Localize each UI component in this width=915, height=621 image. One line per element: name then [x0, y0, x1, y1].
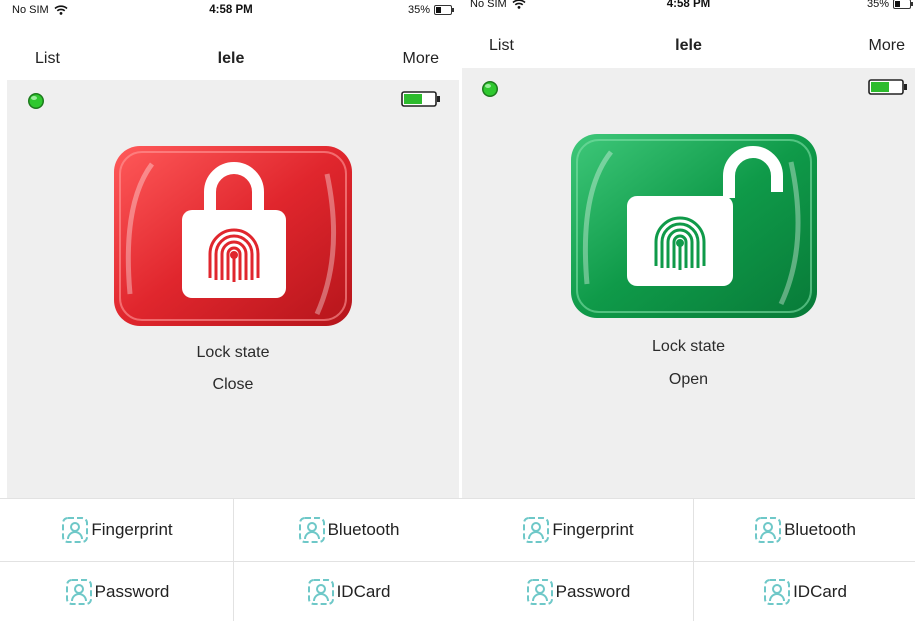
idcard-button[interactable]: IDCard	[694, 562, 915, 621]
bluetooth-user-icon	[755, 516, 782, 543]
battery-percent: 35%	[407, 4, 430, 16]
fingerprint-button[interactable]: Fingerprint	[0, 498, 233, 561]
fingerprint-button-label: Fingerprint	[91, 519, 173, 539]
status-bar: No SIM 4:58 PM 35%	[462, 0, 915, 16]
idcard-user-icon	[764, 578, 791, 605]
action-button-grid: Fingerprint Bluetooth Password IDCard	[0, 498, 462, 621]
idcard-button[interactable]: IDCard	[234, 562, 462, 621]
status-bar: No SIM 4:58 PM 35%	[0, 0, 462, 22]
connection-led-icon	[482, 81, 498, 97]
bluetooth-button-label: Bluetooth	[327, 519, 400, 539]
navigation-bar: List lele More	[462, 29, 915, 63]
bluetooth-button[interactable]: Bluetooth	[694, 498, 915, 561]
status-time: 4:58 PM	[209, 4, 253, 16]
lock-state-value: Close	[212, 376, 254, 393]
battery-percent: 35%	[866, 0, 889, 10]
list-button[interactable]: List	[35, 42, 60, 76]
phone-screen-lock-closed: No SIM 4:58 PM 35% List lele More Lock s…	[0, 0, 462, 621]
connection-led-icon	[28, 93, 44, 109]
lock-state-label: Lock state	[652, 338, 725, 355]
fingerprint-button[interactable]: Fingerprint	[462, 498, 693, 561]
fingerprint-user-icon	[523, 516, 550, 543]
battery-icon	[434, 5, 454, 15]
bluetooth-user-icon	[298, 516, 325, 543]
navigation-bar: List lele More	[0, 42, 462, 76]
device-title: lele	[675, 37, 702, 54]
phone-screen-lock-open: No SIM 4:58 PM 35% List lele More Lock s…	[462, 0, 915, 621]
device-battery-icon	[401, 91, 440, 107]
phone-battery: 35%	[866, 0, 913, 10]
password-button-label: Password	[94, 581, 170, 601]
fingerprint-button-label: Fingerprint	[552, 519, 634, 539]
bluetooth-button-label: Bluetooth	[784, 519, 856, 539]
device-title: lele	[217, 50, 245, 67]
more-button[interactable]: More	[869, 29, 905, 63]
more-button[interactable]: More	[403, 42, 439, 76]
idcard-user-icon	[307, 578, 334, 605]
device-battery-icon	[868, 79, 907, 95]
lock-status-panel: Lock state Close	[7, 80, 459, 498]
fingerprint-user-icon	[62, 516, 89, 543]
lock-status-panel: Lock state Open	[462, 68, 915, 498]
password-button-label: Password	[555, 581, 631, 601]
password-button[interactable]: Password	[462, 562, 693, 621]
idcard-button-label: IDCard	[336, 581, 391, 601]
battery-icon	[893, 0, 913, 9]
phone-battery: 35%	[407, 4, 454, 16]
password-button[interactable]: Password	[0, 562, 233, 621]
password-user-icon	[526, 578, 553, 605]
status-time: 4:58 PM	[666, 0, 711, 10]
padlock-open-fingerprint-icon	[571, 134, 817, 318]
bluetooth-button[interactable]: Bluetooth	[234, 498, 462, 561]
padlock-closed-fingerprint-icon	[114, 146, 352, 326]
list-button[interactable]: List	[489, 29, 514, 63]
action-button-grid: Fingerprint Bluetooth Password IDCard	[462, 498, 915, 621]
lock-state-label: Lock state	[196, 344, 270, 361]
password-user-icon	[65, 578, 92, 605]
lock-state-value: Open	[668, 371, 709, 388]
idcard-button-label: IDCard	[793, 581, 847, 601]
